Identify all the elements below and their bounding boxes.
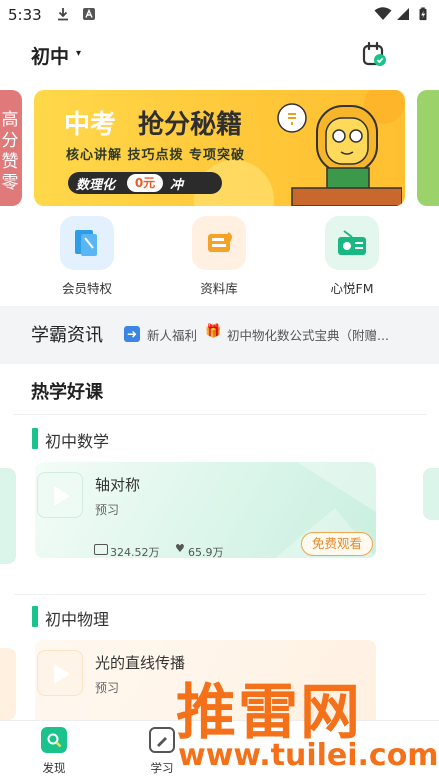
radio-fm-icon [325,216,379,270]
discover-icon [41,727,67,753]
download-icon [58,8,68,21]
divider [14,414,426,415]
banner-prev-text: 零 [1,173,19,193]
banner-pill-text: 数理化 [76,178,116,193]
heart-icon: ♥ [175,542,185,555]
play-icon[interactable] [37,650,83,696]
banner-next-slide[interactable] [417,90,439,206]
status-time: 5:33 [8,6,42,24]
free-watch-button[interactable]: 免费观看 [301,532,373,556]
status-bar: 5:33 [0,0,439,30]
banner-subtitle: 核心讲解 技巧点拨 专项突破 [66,148,246,163]
banner-prev-text: 赞 [1,152,19,172]
banner-pill-text: 冲 [170,178,184,193]
banner-pill-price: 0元 [127,174,163,192]
grade-selector[interactable]: 初中 ▾ [28,38,92,70]
quick-entry-library[interactable]: 资料库 [169,216,269,296]
arrow-right-icon: ➜ [124,326,140,342]
course-likes: 65.9万 [188,546,224,559]
views-icon [94,544,108,555]
subject-accent-bar [32,606,38,627]
subject-accent-bar [32,428,38,449]
grade-label: 初中 [31,46,70,68]
news-title: 学霸资讯 [31,325,103,346]
banner-title-part1: 中考 [64,110,117,140]
quick-entry-membership[interactable]: 会员特权 [37,216,137,296]
divider [14,594,426,595]
quick-entry-label: 心悦FM [330,281,374,296]
lion-mascot-illustration [277,103,402,206]
nav-label: 发现 [42,761,66,775]
banner-prev-text: 高 [1,110,19,130]
promo-banner[interactable]: 中考 抢分秘籍 核心讲解 技巧点拨 专项突破 数理化 0元 冲 [34,90,405,206]
section-title-hot-courses: 热学好课 [31,382,103,403]
wifi-icon [374,7,392,20]
course-card[interactable]: 轴对称 预习 324.52万 ♥ 65.9万 免费观看 [35,462,376,559]
course-next-card[interactable] [423,468,439,520]
banner-prev-slide[interactable]: 高 分 赞 零 [0,90,22,206]
course-tag: 预习 [95,681,120,695]
quick-entry-label: 资料库 [200,281,238,296]
course-views: 324.52万 [110,546,160,559]
play-icon[interactable] [37,472,83,518]
battery-charging-icon [419,7,427,21]
grade-dropdown-caret-icon: ▾ [76,48,82,59]
course-tag: 预习 [95,503,120,517]
membership-card-icon [60,216,114,270]
banner-title-part2: 抢分秘籍 [138,110,243,140]
quick-entry-fm[interactable]: 心悦FM [302,216,402,296]
banner-prev-text: 分 [1,131,19,151]
calendar-checkin-icon[interactable] [360,40,388,68]
watermark-url: www.tuilei.com [178,738,439,773]
gift-icon: 🎁 [205,324,222,339]
nav-item-discover[interactable]: 发现 [14,721,94,781]
quick-entry-label: 会员特权 [61,281,112,296]
banner-pill: 数理化 0元 冲 [68,172,222,194]
keyboard-app-icon [83,8,95,20]
news-item[interactable]: 初中物化数公式宝典（附赠... [227,325,439,344]
course-prev-card[interactable] [0,468,16,564]
cell-signal-icon [397,8,409,20]
study-icon [149,727,175,753]
subject-title: 初中数学 [45,432,110,451]
news-ticker[interactable]: 学霸资讯 ➜ 新人福利 🎁 初中物化数公式宝典（附赠... [0,306,439,364]
subject-title: 初中物理 [45,610,110,629]
news-item[interactable]: 新人福利 [147,325,197,344]
course-title: 光的直线传播 [95,654,186,672]
course-title: 轴对称 [95,476,141,494]
document-library-icon [192,216,246,270]
course-prev-card[interactable] [0,648,16,720]
